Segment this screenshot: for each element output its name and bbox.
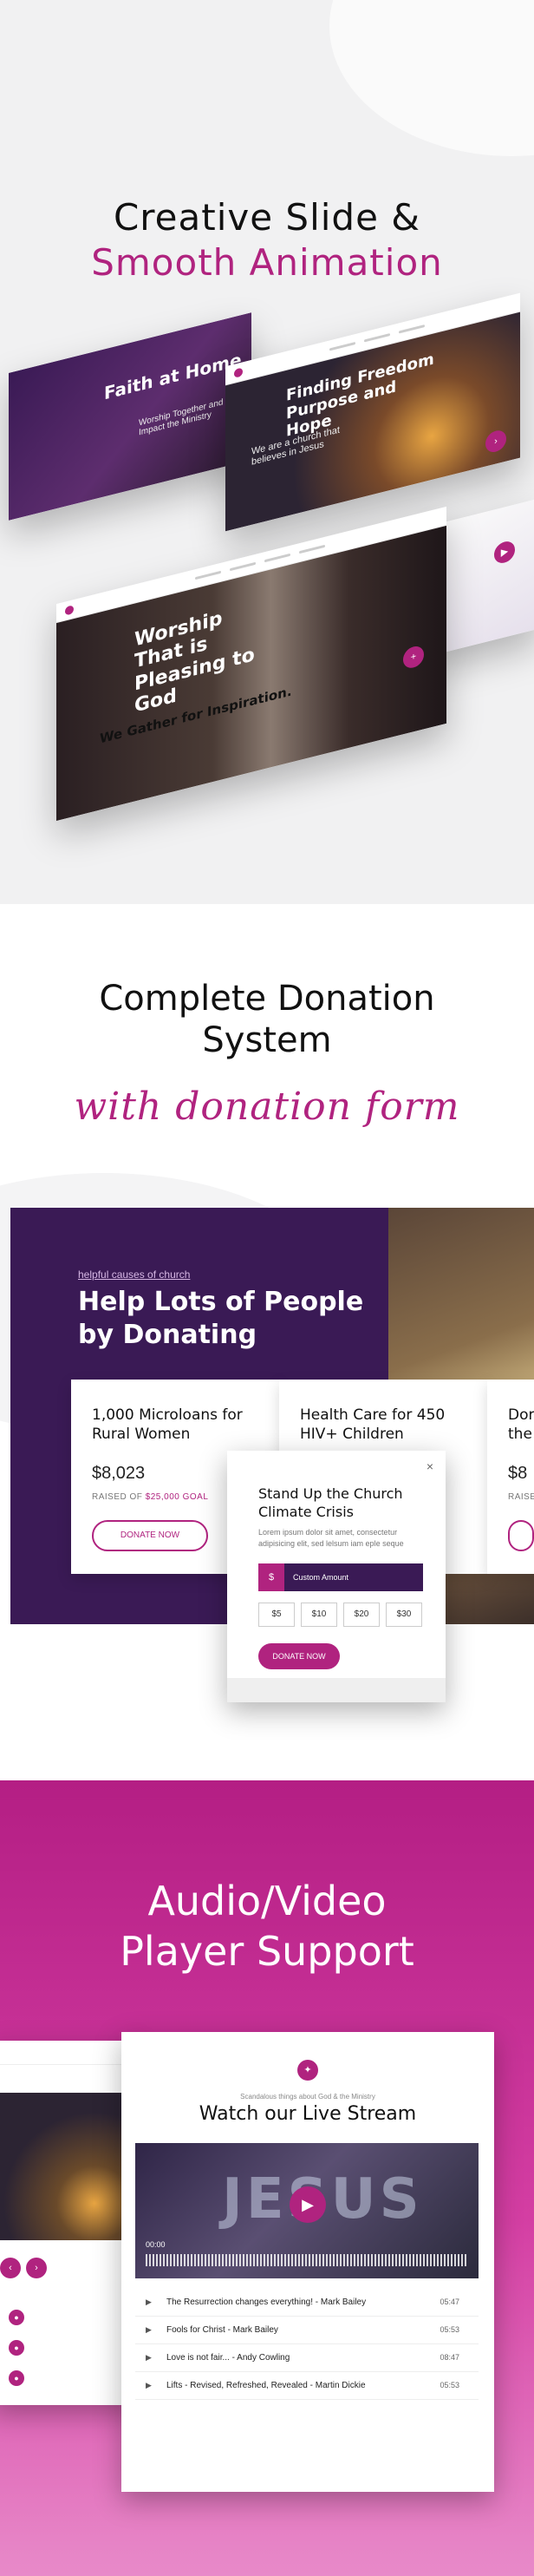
donation-heading-line1: Complete Donation: [99, 979, 435, 1019]
donation-heading-line2: System: [202, 1020, 332, 1060]
prev-button[interactable]: ‹: [0, 2258, 21, 2278]
track-length: 05:47: [440, 2297, 459, 2306]
track-length: 05:53: [440, 2381, 459, 2389]
track-title: Fools for Christ - Mark Bailey: [166, 2325, 278, 2335]
donate-now-button[interactable]: [508, 1520, 534, 1551]
amount-option[interactable]: $10: [301, 1603, 337, 1627]
video-player[interactable]: JESUS ▶ 00:00: [135, 2143, 479, 2278]
cause-card: Dor the $8 RAISE: [487, 1380, 534, 1574]
play-icon[interactable]: ▶: [290, 2186, 326, 2223]
next-button[interactable]: ›: [26, 2258, 47, 2278]
playlist-item[interactable]: ▶ Lifts - Revised, Refreshed, Revealed -…: [135, 2374, 479, 2400]
donation-script-text: with donation form: [74, 1085, 460, 1129]
playlist-item[interactable]: ▶ Fools for Christ - Mark Bailey 05:53: [135, 2318, 479, 2344]
stream-subtitle: Scandalous things about God & the Minist…: [240, 2093, 375, 2101]
background-shape: [329, 0, 534, 156]
player-heading-line1: Audio/Video: [147, 1878, 387, 1924]
church-logo-icon: ✦: [297, 2060, 318, 2081]
side-mockup: ‹ › ● ● ●: [0, 2041, 139, 2405]
slide-mockup-worship: Worship That is Pleasing to God +: [56, 506, 446, 822]
cause-title-line1: Health Care for 450: [300, 1406, 446, 1424]
play-icon[interactable]: ▶: [494, 539, 515, 566]
track-title: Lifts - Revised, Refreshed, Revealed - M…: [166, 2381, 366, 2390]
logo-icon: [234, 367, 243, 378]
logo-icon: [65, 605, 74, 616]
modal-title-line1: Stand Up the Church: [258, 1485, 403, 1502]
cause-raised: RAISED OF $25,000 GOAL: [92, 1492, 208, 1502]
location-icon: ●: [9, 2310, 24, 2325]
track-title: Love is not fair... - Andy Cowling: [166, 2353, 290, 2363]
live-stream-mockup: ✦ Scandalous things about God & the Mini…: [121, 2032, 494, 2492]
track-title: The Resurrection changes everything! - M…: [166, 2297, 367, 2307]
amount-option[interactable]: $30: [386, 1603, 422, 1627]
cause-title-line2: Rural Women: [92, 1426, 191, 1444]
slide-thumbnail: ▶: [433, 499, 534, 655]
track-length: 05:53: [440, 2325, 459, 2334]
cause-title-line2: HIV+ Children: [300, 1426, 404, 1444]
audio-player-bar[interactable]: [227, 1678, 446, 1702]
currency-icon: $: [258, 1563, 284, 1591]
donation-section: Complete Donation System with donation f…: [0, 904, 534, 1780]
cause-amount: $8: [508, 1464, 528, 1483]
modal-title: Stand Up the Church Climate Crisis: [258, 1485, 403, 1522]
close-icon[interactable]: ×: [427, 1459, 433, 1473]
slides-heading-line2: Smooth Animation: [91, 241, 443, 284]
mail-icon: ●: [9, 2370, 24, 2386]
cause-title: Dor the: [508, 1406, 534, 1444]
slides-heading-line1: Creative Slide &: [113, 196, 421, 239]
phone-icon: ●: [9, 2340, 24, 2356]
raised-goal: $25,000 GOAL: [145, 1492, 209, 1502]
stream-title: Watch our Live Stream: [199, 2103, 417, 2125]
video-time: 00:00: [146, 2240, 166, 2249]
panel-title-line1: Help Lots of People: [78, 1287, 364, 1317]
raised-prefix: RAISED OF: [92, 1492, 146, 1502]
track-length: 08:47: [440, 2353, 459, 2362]
cause-title: Health Care for 450 HIV+ Children: [300, 1406, 445, 1444]
slide-mockup-faith: Faith at Home Worship Together and Impac…: [9, 312, 251, 521]
play-icon[interactable]: ▶: [146, 2381, 152, 2390]
slide-subtitle: Worship Together and Impact the Ministry: [139, 397, 224, 438]
playlist-item[interactable]: ▶ The Resurrection changes everything! -…: [135, 2291, 479, 2317]
modal-donate-button[interactable]: DONATE NOW: [258, 1643, 340, 1669]
player-heading-line2: Player Support: [120, 1928, 414, 1975]
playlist-item[interactable]: ▶ Love is not fair... - Andy Cowling 08:…: [135, 2346, 479, 2372]
causes-link[interactable]: helpful causes of church: [78, 1268, 190, 1281]
slide-title: Faith at Home: [104, 348, 242, 404]
play-icon[interactable]: ▶: [146, 2325, 152, 2335]
player-section: Audio/Video Player Support ‹ › ● ● ● ✦ S…: [0, 1780, 534, 2576]
panel-title: Help Lots of People by Donating: [78, 1286, 363, 1351]
donation-modal: × Stand Up the Church Climate Crisis Lor…: [227, 1451, 446, 1702]
donate-now-button[interactable]: DONATE NOW: [92, 1520, 208, 1551]
cause-title: 1,000 Microloans for Rural Women: [92, 1406, 243, 1444]
next-button[interactable]: ›: [485, 428, 506, 455]
amount-option[interactable]: $20: [343, 1603, 380, 1627]
add-button[interactable]: +: [403, 644, 424, 671]
cause-raised: RAISE: [508, 1492, 534, 1502]
custom-amount-label: Custom Amount: [293, 1573, 349, 1582]
panel-title-line2: by Donating: [78, 1319, 257, 1350]
custom-amount-field[interactable]: $ Custom Amount: [258, 1563, 423, 1591]
cause-amount: $8,023: [92, 1464, 146, 1483]
modal-title-line2: Climate Crisis: [258, 1503, 354, 1520]
play-icon[interactable]: ▶: [146, 2297, 152, 2307]
cause-title-line1: 1,000 Microloans for: [92, 1406, 243, 1424]
play-icon[interactable]: ▶: [146, 2353, 152, 2363]
modal-description: Lorem ipsum dolor sit amet, consectetur …: [258, 1528, 404, 1548]
slide-mockup-freedom: Finding Freedom Purpose and Hope We are …: [225, 292, 520, 532]
cause-title-line1: Dor: [508, 1406, 534, 1424]
amount-option[interactable]: $5: [258, 1603, 295, 1627]
waveform[interactable]: [146, 2254, 468, 2266]
cause-title-line2: the: [508, 1426, 532, 1444]
slides-section: Creative Slide & Smooth Animation Faith …: [0, 0, 534, 904]
